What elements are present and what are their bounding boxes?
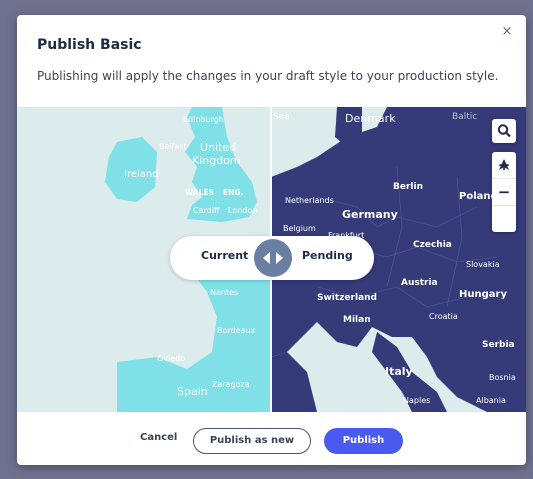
map-label-hungary: Hungary [459,289,507,300]
map-label-bosnia: Bosnia [489,373,516,382]
map-label-austria: Austria [401,278,438,288]
map-label-croatia: Croatia [429,312,458,321]
map-label-naples: Naples [403,396,430,405]
map-label-serbia: Serbia [482,340,515,350]
close-icon[interactable]: × [498,23,516,41]
current-label: Current [201,249,249,262]
map-label-netherlands: Netherlands [285,196,334,205]
pending-label: Pending [302,249,353,262]
map-label-bordeaux: Bordeaux [217,326,256,335]
map-label-edinburgh: Edinburgh [183,115,224,124]
zoom-controls: + − [492,152,516,232]
map-label-slovakia: Slovakia [466,260,500,269]
map-label-italy: Italy [385,365,413,378]
map-label-london: London [228,206,257,215]
map-label-wales: WALES [185,188,214,197]
map-label-zaragoza: Zaragoza [212,380,250,389]
search-glyph [497,124,511,138]
map-label-sea: Sea [273,112,290,122]
dialog-footer: Cancel Publish as new Publish [17,412,526,465]
search-icon[interactable] [492,119,516,143]
compass-button[interactable] [492,159,516,232]
map-label-baltic: Baltic [452,112,477,122]
publish-button[interactable]: Publish [324,428,403,454]
map-label-kingdom: Kingdom [192,154,241,167]
dialog-title: Publish Basic [37,37,142,53]
map-label-switzerland: Switzerland [317,293,377,303]
map-label-denmark: Denmark [345,112,396,125]
zoom-out-button[interactable]: − [492,179,516,206]
compare-drag-handle[interactable] [254,239,292,277]
map-label-albania: Albania [476,396,506,405]
map-label-milan: Milan [343,315,371,325]
map-label-belfast: Belfast [159,142,187,151]
publish-as-new-button[interactable]: Publish as new [193,428,311,454]
map-label-germany: Germany [342,208,398,221]
compare-slider: Current Pending [170,236,374,280]
map-label-belgium: Belgium [283,224,316,233]
dialog-subtitle: Publishing will apply the changes in you… [37,69,499,83]
map-label-cardiff: Cardiff [193,206,220,215]
map-label-eng: ENG. [223,188,244,197]
arrows-left-right-icon [263,252,283,264]
map-label-czechia: Czechia [413,240,452,250]
compass-icon [499,159,509,170]
compare-map[interactable]: Edinburgh Belfast United Kingdom Ireland… [17,107,526,412]
map-label-ireland: Ireland [124,169,159,180]
map-label-berlin: Berlin [393,182,423,192]
publish-dialog: × Publish Basic Publishing will apply th… [17,15,526,465]
map-label-spain: Spain [177,385,208,398]
map-label-oviedo: Oviedo [157,354,185,363]
map-label-nantes: Nantes [210,288,238,297]
cancel-button[interactable]: Cancel [140,432,177,443]
map-label-united: United [200,141,236,154]
